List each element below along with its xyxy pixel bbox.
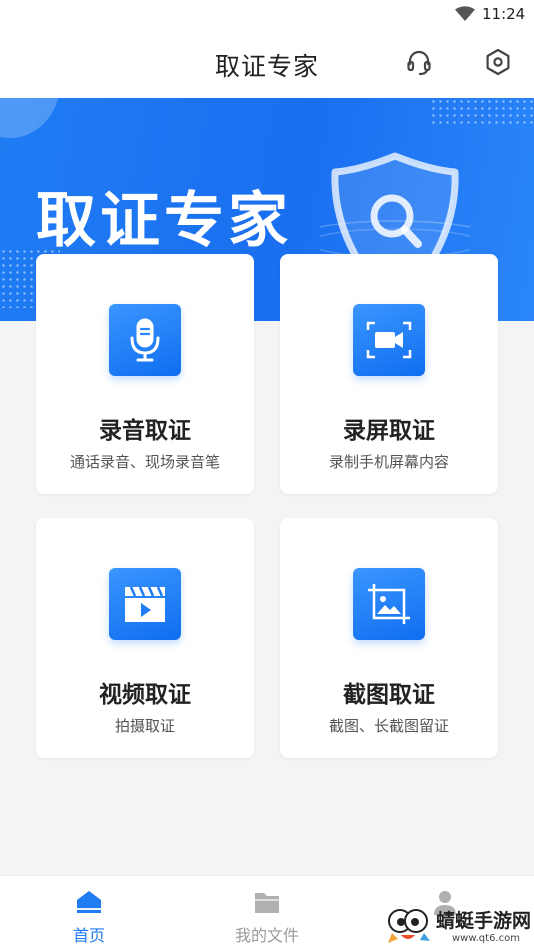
image-icon bbox=[353, 568, 425, 640]
headset-icon bbox=[404, 47, 434, 81]
card-subtitle: 录制手机屏幕内容 bbox=[328, 453, 449, 471]
watermark-text: 蜻蜓手游网 bbox=[436, 910, 532, 932]
video-camera-icon bbox=[353, 304, 425, 376]
card-subtitle: 通话录音、现场录音笔 bbox=[69, 453, 220, 471]
card-subtitle: 截图、长截图留证 bbox=[328, 717, 449, 735]
home-icon bbox=[74, 888, 104, 916]
watermark-url: www.qt6.com bbox=[452, 933, 520, 944]
app-header: 取证专家 bbox=[0, 30, 534, 98]
wifi-icon bbox=[455, 6, 475, 22]
screen-record-evidence-card[interactable]: 录屏取证 录制手机屏幕内容 bbox=[280, 254, 498, 494]
settings-button[interactable] bbox=[482, 48, 514, 80]
clapperboard-icon bbox=[109, 568, 181, 640]
nav-item-my-files[interactable]: 我的文件 bbox=[178, 876, 356, 949]
nav-label: 我的文件 bbox=[234, 926, 299, 945]
page-title: 取证专家 bbox=[214, 52, 319, 81]
card-title: 录屏取证 bbox=[343, 418, 435, 444]
dragonfly-logo-icon bbox=[388, 909, 430, 943]
watermark: 蜻蜓手游网 www.qt6.com bbox=[386, 903, 534, 949]
card-title: 截图取证 bbox=[343, 682, 435, 708]
card-title: 视频取证 bbox=[99, 682, 191, 708]
folder-icon bbox=[252, 888, 282, 916]
screenshot-evidence-card[interactable]: 截图取证 截图、长截图留证 bbox=[280, 518, 498, 758]
nav-item-home[interactable]: 首页 bbox=[0, 876, 178, 949]
status-bar: 11:24 bbox=[0, 0, 534, 30]
nav-label: 首页 bbox=[72, 926, 105, 945]
customer-service-button[interactable] bbox=[403, 48, 435, 80]
microphone-icon bbox=[109, 304, 181, 376]
card-subtitle: 拍摄取证 bbox=[114, 717, 175, 735]
audio-evidence-card[interactable]: 录音取证 通话录音、现场录音笔 bbox=[36, 254, 254, 494]
status-time: 11:24 bbox=[482, 5, 526, 23]
video-evidence-card[interactable]: 视频取证 拍摄取证 bbox=[36, 518, 254, 758]
banner-dots-decoration bbox=[430, 98, 534, 128]
settings-hexagon-icon bbox=[483, 47, 513, 81]
banner-decoration bbox=[0, 98, 60, 138]
card-title: 录音取证 bbox=[99, 418, 191, 444]
banner-title: 取证专家 bbox=[36, 186, 292, 256]
